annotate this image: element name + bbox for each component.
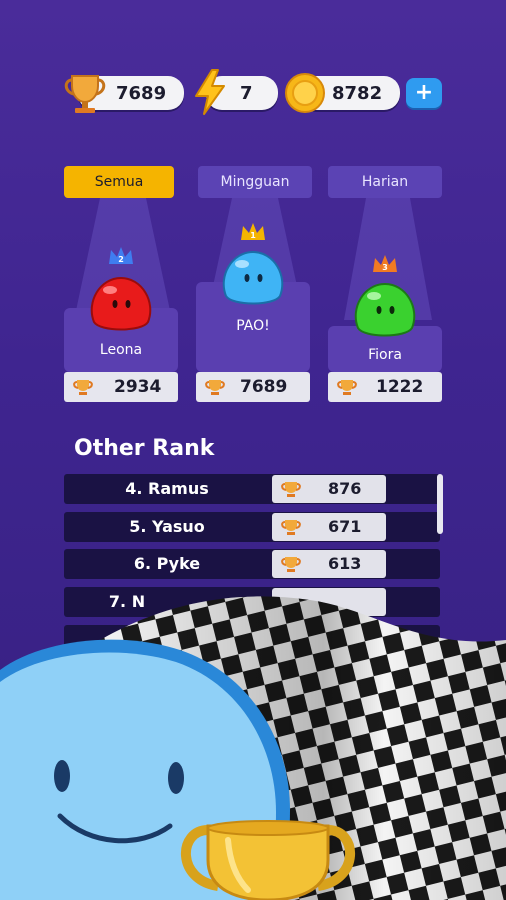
podium-score: 7689 [240,377,288,397]
crown-icon: 2 [109,247,133,264]
svg-text:1: 1 [250,231,256,240]
list-item[interactable]: 5. Yasuo 671 [64,512,440,542]
list-item[interactable]: 4. Ramus 876 [64,474,440,504]
podium-score: 2934 [114,377,162,397]
crown-icon: 3 [373,255,397,272]
energy-count: 7 [240,83,253,104]
red-slime-avatar [90,276,152,331]
green-slime-avatar [354,282,416,337]
add-label: + [414,80,434,105]
crown-icon: 1 [241,223,265,240]
blue-slime-avatar [222,250,284,305]
player-name: PAO! [236,318,270,334]
lightning-icon [195,69,225,115]
tab-harian[interactable]: Harian [328,166,442,198]
gold-trophy-decoration [181,820,355,900]
trophy-icon [281,482,301,497]
svg-text:2: 2 [118,255,124,264]
trophy-icon [281,520,301,535]
trophy-icon [205,380,225,395]
list-item[interactable]: 6. Pyke 613 [64,549,440,579]
trophy-icon [337,380,357,395]
other-rank-title: Other Rank [74,436,215,461]
podium-score: 1222 [376,377,424,397]
player-name: Fiora [368,347,402,363]
add-coins-button[interactable]: + [406,78,442,108]
scrollbar[interactable] [437,474,443,534]
svg-text:3: 3 [382,263,388,272]
tab-semua[interactable]: Semua [64,166,174,198]
coin-count: 8782 [332,83,383,104]
trophy-icon [73,380,93,395]
coin-icon [285,73,325,113]
trophy-count: 7689 [116,83,167,104]
tab-mingguan[interactable]: Mingguan [198,166,312,198]
trophy-icon [281,557,301,572]
trophy-icon [64,75,106,113]
player-name: Leona [99,342,143,358]
